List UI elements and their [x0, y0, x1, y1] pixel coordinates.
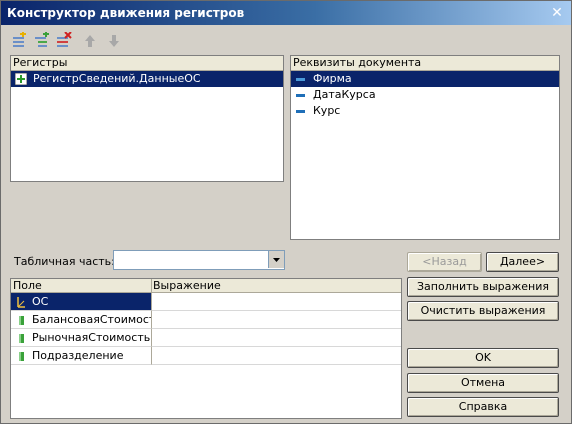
column-header-field[interactable]: Поле	[13, 279, 42, 292]
field-name: БалансоваяСтоимость	[32, 313, 152, 326]
move-down-button[interactable]	[105, 32, 123, 50]
ok-button[interactable]: OK	[407, 348, 559, 368]
field-cell[interactable]: БалансоваяСтоимость	[11, 311, 152, 329]
attribute-item[interactable]: Курс	[291, 103, 559, 119]
resource-icon	[19, 316, 24, 325]
attribute-item[interactable]: Фирма	[291, 71, 559, 87]
attribute-icon	[296, 94, 305, 97]
help-button[interactable]: Справка	[407, 397, 559, 417]
fill-expressions-button[interactable]: Заполнить выражения	[407, 277, 559, 297]
next-button[interactable]: Далее>	[486, 252, 559, 272]
document-attributes-header: Реквизиты документа	[291, 56, 559, 71]
expression-cell[interactable]	[152, 347, 401, 365]
window-title: Конструктор движения регистров	[7, 6, 245, 20]
resource-icon	[19, 334, 24, 343]
dropdown-arrow[interactable]	[268, 251, 284, 268]
expression-cell[interactable]	[152, 293, 401, 311]
register-movement-constructor-dialog: Конструктор движения регистров ✕ Регистр…	[0, 0, 572, 424]
column-divider[interactable]	[151, 279, 152, 292]
register-item-label: РегистрСведений.ДанныеОС	[33, 72, 201, 85]
field-cell[interactable]: ОС	[11, 293, 152, 311]
clear-expressions-button[interactable]: Очистить выражения	[407, 301, 559, 321]
add-register-button[interactable]	[11, 32, 29, 50]
attribute-icon	[296, 78, 305, 81]
plus-icon[interactable]	[15, 73, 27, 85]
attribute-item-label: ДатаКурса	[313, 88, 376, 101]
attribute-item-label: Курс	[313, 104, 341, 117]
table-row[interactable]: ОС	[11, 293, 401, 311]
attribute-icon	[296, 110, 305, 113]
table-part-label: Табличная часть:	[14, 255, 115, 268]
move-up-icon	[85, 35, 95, 47]
field-cell[interactable]: РыночнаяСтоимость	[11, 329, 152, 347]
expression-cell[interactable]	[152, 311, 401, 329]
table-part-select[interactable]	[113, 250, 285, 270]
fields-grid: Поле Выражение ОС БалансоваяСтоимость Ры…	[10, 278, 402, 419]
delete-register-icon	[57, 32, 72, 47]
registers-header: Регистры	[11, 56, 283, 71]
move-up-button[interactable]	[81, 32, 99, 50]
field-cell[interactable]: Подразделение	[11, 347, 152, 365]
register-item[interactable]: РегистрСведений.ДанныеОС	[11, 71, 283, 87]
registers-panel: Регистры РегистрСведений.ДанныеОС	[10, 55, 284, 182]
dimension-icon	[17, 297, 25, 308]
grid-header: Поле Выражение	[11, 279, 401, 293]
field-name: Подразделение	[32, 349, 124, 362]
add-register-icon	[13, 32, 26, 47]
table-row[interactable]: Подразделение	[11, 347, 401, 365]
attribute-item[interactable]: ДатаКурса	[291, 87, 559, 103]
column-header-expression[interactable]: Выражение	[153, 279, 221, 292]
field-name: ОС	[32, 295, 49, 308]
chevron-down-icon	[273, 258, 280, 262]
delete-register-button[interactable]	[55, 32, 73, 50]
attribute-item-label: Фирма	[313, 72, 352, 85]
document-attributes-panel: Реквизиты документа Фирма ДатаКурса Курс	[290, 55, 560, 240]
close-button[interactable]: ✕	[549, 5, 565, 21]
table-row[interactable]: БалансоваяСтоимость	[11, 311, 401, 329]
add-child-register-button[interactable]	[33, 32, 51, 50]
back-button[interactable]: <Назад	[407, 252, 482, 272]
add-child-register-icon	[35, 32, 49, 47]
expression-cell[interactable]	[152, 329, 401, 347]
table-row[interactable]: РыночнаяСтоимость	[11, 329, 401, 347]
cancel-button[interactable]: Отмена	[407, 373, 559, 393]
field-name: РыночнаяСтоимость	[32, 331, 151, 344]
title-bar[interactable]: Конструктор движения регистров ✕	[1, 1, 571, 25]
resource-icon	[19, 352, 24, 361]
move-down-icon	[109, 35, 119, 47]
